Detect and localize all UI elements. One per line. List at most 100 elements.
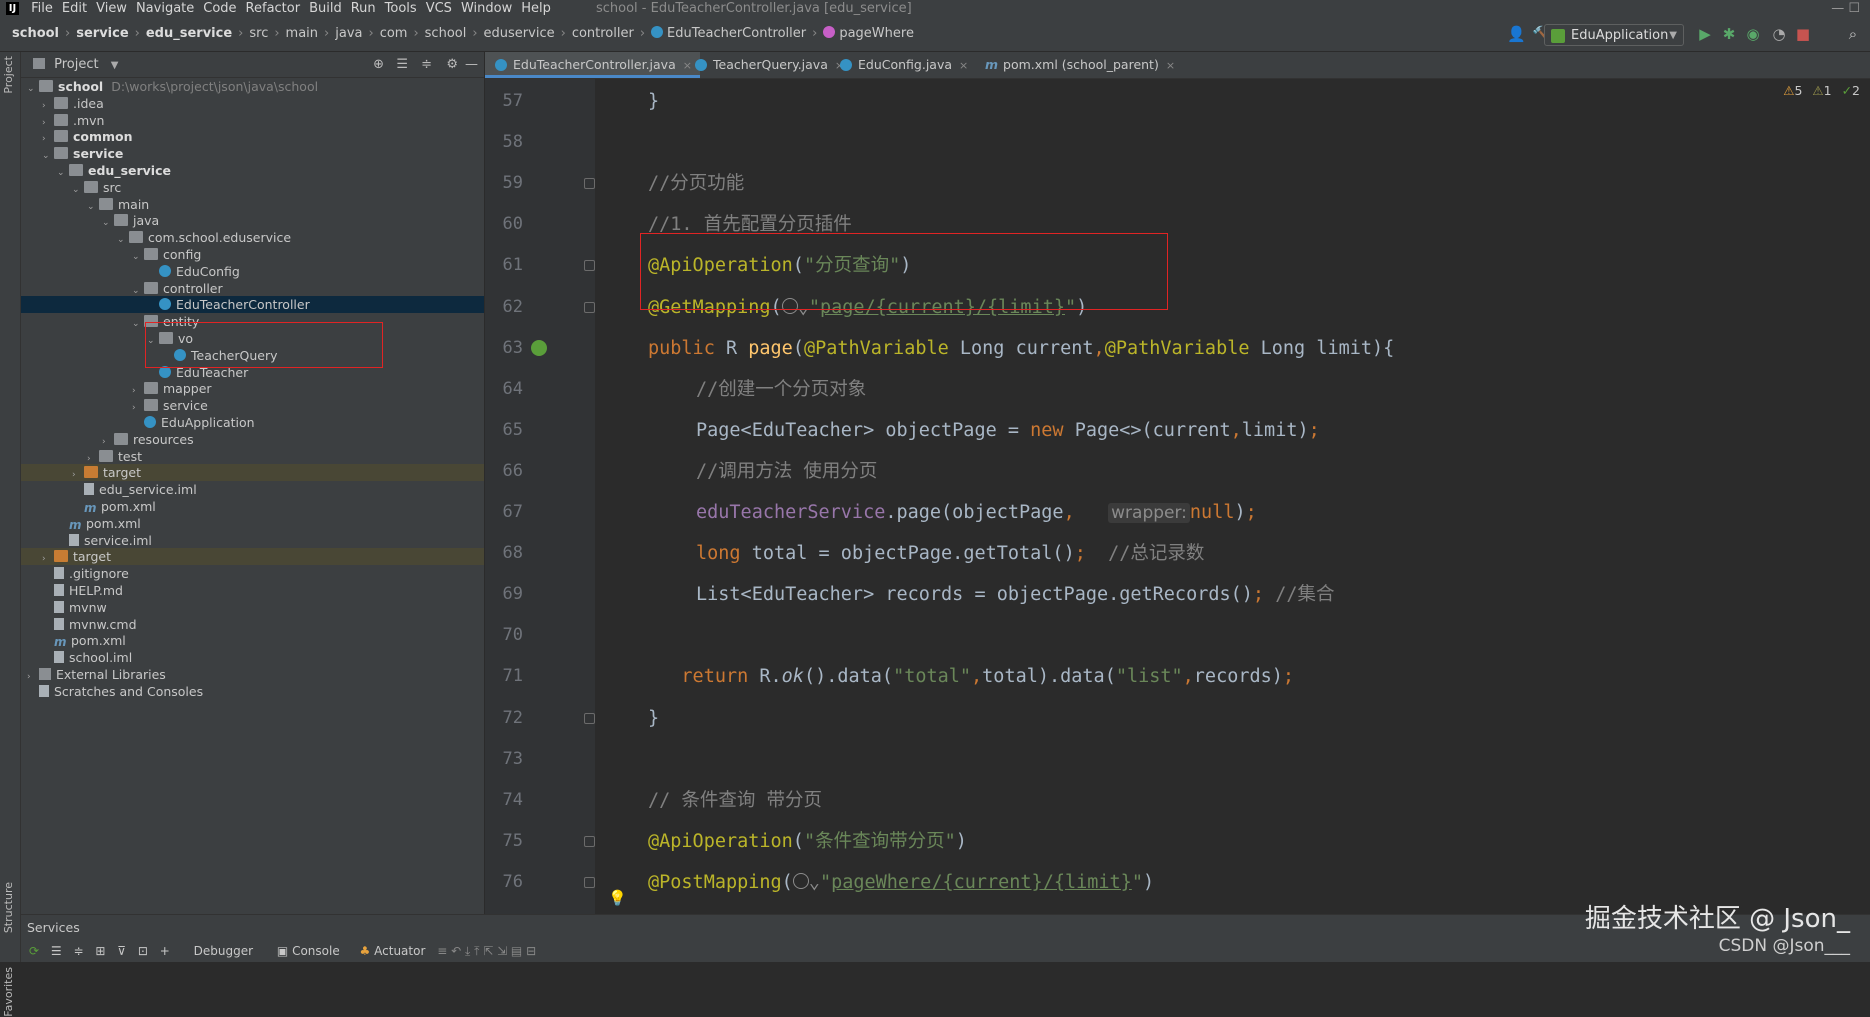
tree-item[interactable]: m pom.xml xyxy=(21,498,484,515)
tree-item[interactable]: mvnw xyxy=(21,599,484,616)
favorites-tool-window-tab[interactable]: Favorites xyxy=(2,967,15,1017)
profile-icon[interactable]: ◔ xyxy=(1770,25,1788,43)
tree-item[interactable]: m pom.xml xyxy=(21,632,484,649)
tree-item[interactable]: › service xyxy=(21,397,484,414)
tree-item[interactable]: ⌄ com.school.eduservice xyxy=(21,229,484,246)
menu-item-code[interactable]: Code xyxy=(203,1,236,16)
menu-item-help[interactable]: Help xyxy=(521,1,551,16)
breadcrumb-item[interactable]: edu_service xyxy=(146,26,232,41)
hide-panel-icon[interactable]: — xyxy=(465,52,478,77)
tree-item[interactable]: › .idea xyxy=(21,95,484,112)
tree-item[interactable]: school.iml xyxy=(21,649,484,666)
tree-item[interactable]: .gitignore xyxy=(21,565,484,582)
breadcrumb-item[interactable]: EduTeacherController xyxy=(667,26,806,41)
console-tab[interactable]: Console xyxy=(292,944,340,958)
filter-icon[interactable]: ⊽ xyxy=(117,940,126,962)
menu-item-refactor[interactable]: Refactor xyxy=(246,1,301,16)
globe-icon[interactable] xyxy=(792,872,809,889)
tree-item[interactable]: ⌄ school D:\works\project\json\java\school xyxy=(21,78,484,95)
tree-item[interactable]: HELP.md xyxy=(21,582,484,599)
menu-item-run[interactable]: Run xyxy=(351,1,376,16)
tree-item[interactable]: EduTeacherController xyxy=(21,296,484,314)
breadcrumb-item[interactable]: service xyxy=(76,26,128,41)
group-icon[interactable]: ⊞ xyxy=(95,940,105,962)
tree-item[interactable]: ⌄ config xyxy=(21,246,484,263)
services-title[interactable]: Services xyxy=(27,920,80,935)
window-controls[interactable]: — ☐ xyxy=(1831,0,1860,17)
endpoint-gutter-icon[interactable] xyxy=(531,339,547,356)
user-icon[interactable]: 👤 xyxy=(1507,25,1526,43)
fold-marker-icon[interactable] xyxy=(584,876,595,888)
breadcrumb-item[interactable]: pageWhere xyxy=(839,26,914,41)
fold-marker-icon[interactable] xyxy=(584,301,595,313)
menu-item-view[interactable]: View xyxy=(96,1,127,16)
debugger-tab[interactable]: Debugger xyxy=(194,940,253,962)
menu-item-file[interactable]: File xyxy=(31,1,53,16)
tree-item[interactable]: service.iml xyxy=(21,532,484,549)
tree-item[interactable]: › .mvn xyxy=(21,112,484,129)
editor-tab[interactable]: EduTeacherController.java × xyxy=(485,52,700,78)
tree-item[interactable]: › test xyxy=(21,448,484,465)
fold-marker-icon[interactable] xyxy=(584,178,595,190)
close-tab-icon[interactable]: × xyxy=(959,59,968,72)
fold-marker-icon[interactable] xyxy=(584,260,595,272)
fold-marker-icon[interactable] xyxy=(584,835,595,847)
tree-item[interactable]: mvnw.cmd xyxy=(21,616,484,633)
run-icon[interactable]: ▶ xyxy=(1696,25,1714,43)
locate-icon[interactable]: ⊕ xyxy=(373,52,384,77)
tree-item[interactable]: EduApplication xyxy=(21,414,484,431)
tree-item[interactable]: EduConfig xyxy=(21,263,484,280)
breadcrumb-item[interactable]: eduservice xyxy=(484,26,555,41)
menu-item-edit[interactable]: Edit xyxy=(62,1,87,16)
collapse-all-icon[interactable]: ≑ xyxy=(421,52,432,77)
fold-marker-icon[interactable] xyxy=(584,712,595,724)
editor-tab[interactable]: m pom.xml (school_parent) × xyxy=(975,52,1183,78)
toolbar-more-icons[interactable]: ≡ ↶ ⤓ ⤒ ⇱ ⇲ ▤ ⊟ xyxy=(437,940,536,962)
tree-item[interactable]: ⌄ java xyxy=(21,212,484,229)
tree-item[interactable]: › target xyxy=(21,548,484,566)
editor-tab[interactable]: TeacherQuery.java× xyxy=(685,52,852,78)
project-view-dropdown-icon[interactable]: ▼ xyxy=(111,60,119,71)
editor-tab[interactable]: EduConfig.java × xyxy=(830,52,976,78)
project-tool-window-tab[interactable]: Project xyxy=(2,56,15,94)
breadcrumb-item[interactable]: controller xyxy=(572,26,634,41)
menu-item-vcs[interactable]: VCS xyxy=(426,1,452,16)
breadcrumb-item[interactable]: src xyxy=(249,26,268,41)
debug-bug-icon[interactable]: ✱ xyxy=(1720,25,1738,43)
inspection-widget[interactable]: ⚠5 ⚠1 ✓2 xyxy=(1783,83,1860,98)
menu-item-tools[interactable]: Tools xyxy=(385,1,417,16)
tree-item[interactable]: Scratches and Consoles xyxy=(21,683,484,700)
coverage-icon[interactable]: ◉ xyxy=(1744,25,1762,43)
tree-item[interactable]: ⌄ src xyxy=(21,179,484,196)
chevron-down-icon[interactable]: ⌄ xyxy=(809,872,820,893)
tree-item[interactable]: › common xyxy=(21,128,484,145)
run-configuration-select[interactable]: EduApplication ▼ xyxy=(1544,24,1684,46)
new-tab-icon[interactable]: ⊡ xyxy=(138,940,148,962)
tree-item[interactable]: › mapper xyxy=(21,380,484,397)
tree-item[interactable]: ⌄ edu_service xyxy=(21,162,484,179)
expand-icon[interactable]: ☰ xyxy=(51,940,62,962)
tree-item[interactable]: m pom.xml xyxy=(21,515,484,532)
project-panel-title[interactable]: Project xyxy=(54,57,98,72)
stop-icon[interactable]: ■ xyxy=(1794,25,1812,43)
breadcrumb-item[interactable]: school xyxy=(425,26,467,41)
menu-item-window[interactable]: Window xyxy=(461,1,512,16)
tree-item[interactable]: › target xyxy=(21,464,484,482)
breadcrumb-item[interactable]: school xyxy=(12,26,59,41)
close-tab-icon[interactable]: × xyxy=(1166,59,1175,72)
gear-icon[interactable]: ⚙ xyxy=(446,52,458,77)
menu-item-navigate[interactable]: Navigate xyxy=(136,1,194,16)
tree-item[interactable]: ⌄ main xyxy=(21,196,484,213)
refresh-icon[interactable]: ⟳ xyxy=(29,940,39,962)
tree-item[interactable]: › External Libraries xyxy=(21,666,484,683)
tree-item[interactable]: › resources xyxy=(21,431,484,448)
code-editor[interactable]: }//分页功能//1. 首先配置分页插件 @ApiOperation("分页查询"… xyxy=(596,79,1870,914)
menu-item-build[interactable]: Build xyxy=(309,1,342,16)
add-icon[interactable]: + xyxy=(160,940,170,962)
tree-item[interactable]: edu_service.iml xyxy=(21,481,484,498)
breadcrumb-item[interactable]: com xyxy=(380,26,408,41)
actuator-tab[interactable]: Actuator xyxy=(374,944,425,958)
structure-tool-window-tab[interactable]: Structure xyxy=(2,882,15,933)
search-icon[interactable]: ⌕ xyxy=(1844,25,1862,43)
tree-item[interactable]: ⌄ controller xyxy=(21,280,484,297)
